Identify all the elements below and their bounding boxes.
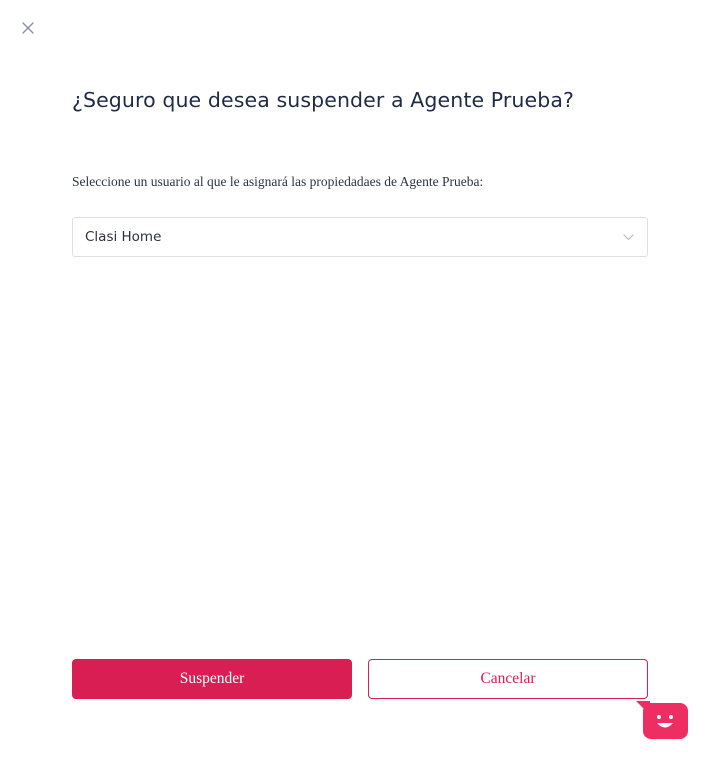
close-button[interactable] (18, 18, 38, 38)
chevron-down-icon (623, 231, 635, 243)
chat-widget-button[interactable] (636, 701, 690, 741)
suspend-button[interactable]: Suspender (72, 659, 352, 699)
chat-bot-icon (636, 701, 688, 739)
dialog-title: ¿Seguro que desea suspender a Agente Pru… (72, 88, 574, 112)
close-icon (22, 22, 34, 34)
suspend-agent-dialog: ¿Seguro que desea suspender a Agente Pru… (0, 0, 720, 769)
user-select[interactable]: Clasi Home (72, 217, 648, 257)
user-select-value: Clasi Home (85, 229, 162, 245)
cancel-button[interactable]: Cancelar (368, 659, 648, 699)
instruction-text: Seleccione un usuario al que le asignará… (72, 174, 484, 189)
